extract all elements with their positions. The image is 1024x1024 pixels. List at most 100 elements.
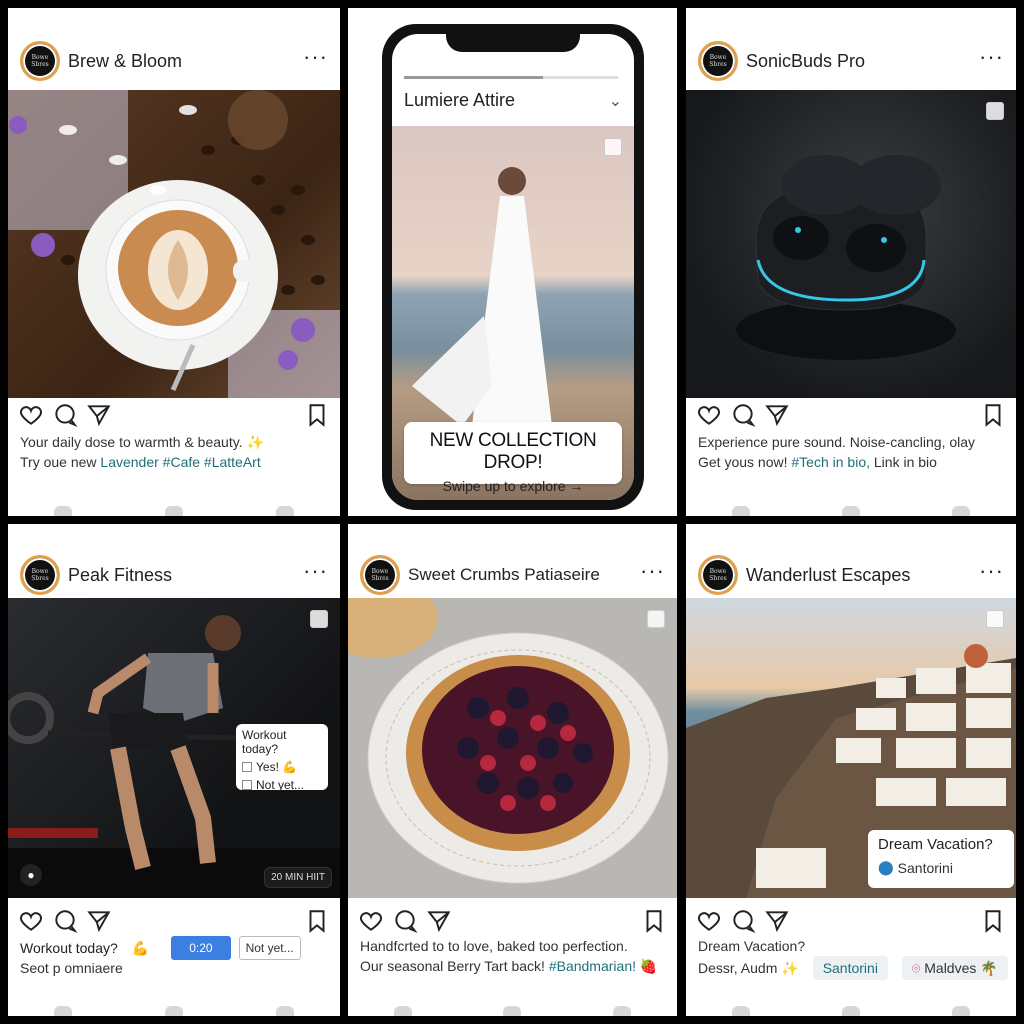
avatar[interactable]: Bowe Sbres <box>360 555 400 595</box>
post-lumiere-attire: Lumiere Attire ⌄ NEW COLLECTION DROP! Sw… <box>348 8 677 516</box>
comment-icon[interactable] <box>730 402 756 428</box>
comment-icon[interactable] <box>392 908 418 934</box>
nav-home-icon[interactable] <box>732 1006 750 1016</box>
post-image[interactable]: Dream Vacation? ⬤ Santorini <box>686 598 1016 898</box>
account-name[interactable]: Lumiere Attire <box>404 90 609 111</box>
sticker-location[interactable]: ⬤ Santorini <box>878 859 1004 876</box>
post-image[interactable] <box>348 598 677 898</box>
action-bar <box>686 398 1016 432</box>
flex-emoji: 💪 <box>131 940 150 956</box>
nav-add-icon[interactable] <box>164 506 183 516</box>
post-header: Bowe Sbres SonicBuds Pro ··· <box>686 32 1016 90</box>
comment-icon[interactable] <box>52 402 78 428</box>
vacation-sticker[interactable]: Dream Vacation? ⬤ Santorini <box>868 830 1014 888</box>
bookmark-icon[interactable] <box>980 908 1006 934</box>
caption-line-2: Get yous now! #Tech in bio, Link in bio <box>698 452 1006 472</box>
nav-activity-icon[interactable] <box>275 1006 294 1016</box>
chip-maldives[interactable]: ⌾ Maldves 🌴 <box>901 956 1008 980</box>
account-name[interactable]: Sweet Crumbs Patiaseire <box>408 565 640 585</box>
checkbox-icon <box>242 780 252 790</box>
select-checkbox[interactable] <box>310 610 328 628</box>
more-options-icon[interactable]: ··· <box>303 560 328 582</box>
caption-text: Get yous now! <box>698 454 792 470</box>
nav-home-icon[interactable] <box>54 506 73 516</box>
select-checkbox[interactable] <box>604 138 622 156</box>
bookmark-icon[interactable] <box>304 908 330 934</box>
more-options-icon[interactable]: ··· <box>979 46 1004 68</box>
account-name[interactable]: Brew & Bloom <box>68 51 303 72</box>
comment-icon[interactable] <box>730 908 756 934</box>
account-name[interactable]: Peak Fitness <box>68 565 303 586</box>
poll-question: Workout today? <box>242 728 287 756</box>
account-name[interactable]: SonicBuds Pro <box>746 51 979 72</box>
more-options-icon[interactable]: ··· <box>640 560 665 582</box>
post-image[interactable]: Workout today? Yes! 💪 Not yet... ● 20 MI… <box>8 598 340 898</box>
nav-add-icon[interactable] <box>503 1006 522 1016</box>
share-icon[interactable] <box>426 908 452 934</box>
caption-line-1: Dream Vacation? <box>698 938 806 954</box>
hashtags[interactable]: Lavender #Cafe #LatteArt <box>100 454 260 470</box>
bookmark-icon[interactable] <box>304 402 330 428</box>
nav-activity-icon[interactable] <box>952 1006 970 1016</box>
heart-icon[interactable] <box>358 908 384 934</box>
hashtags[interactable]: #Bandmarian! <box>549 958 636 974</box>
share-icon[interactable] <box>764 908 790 934</box>
select-checkbox[interactable] <box>986 102 1004 120</box>
select-checkbox[interactable] <box>647 610 665 628</box>
nav-add-icon[interactable] <box>164 1006 183 1016</box>
nav-add-icon[interactable] <box>842 506 860 516</box>
share-icon[interactable] <box>764 402 790 428</box>
nav-home-icon[interactable] <box>393 1006 412 1016</box>
chevron-down-icon[interactable]: ⌄ <box>609 91 622 111</box>
alt-answer-chip[interactable]: Not yet... <box>238 936 301 960</box>
heart-icon[interactable] <box>696 908 722 934</box>
avatar[interactable]: Bowe Sbres <box>20 555 60 595</box>
caption-line-2: Try oue new Lavender #Cafe #LatteArt <box>20 452 330 472</box>
post-image[interactable] <box>8 90 340 398</box>
phone-frame: Lumiere Attire ⌄ NEW COLLECTION DROP! Sw… <box>382 24 644 510</box>
account-name[interactable]: Wanderlust Escapes <box>746 565 979 586</box>
bookmark-icon[interactable] <box>641 908 667 934</box>
post-sonicbuds: Bowe Sbres SonicBuds Pro ··· Experience … <box>686 8 1016 516</box>
avatar[interactable]: Bowe Sbres <box>20 41 60 81</box>
nav-activity-icon[interactable] <box>275 506 294 516</box>
location-pin-icon: ⌾ <box>911 960 921 976</box>
caption-text: Our seasonal Berry Tart back! <box>360 958 549 974</box>
nav-add-icon[interactable] <box>842 1006 860 1016</box>
cta-title: NEW COLLECTION DROP! <box>429 430 597 473</box>
more-options-icon[interactable]: ··· <box>979 560 1004 582</box>
caption-line-2: Our seasonal Berry Tart back! #Bandmaria… <box>360 956 667 976</box>
bottom-nav <box>686 494 1016 516</box>
caption-line-2: Dessr, Audm ✨ Santorini ⌾ Maldves 🌴 <box>698 956 1008 980</box>
nav-home-icon[interactable] <box>54 1006 73 1016</box>
nav-activity-icon[interactable] <box>613 1006 632 1016</box>
hashtags[interactable]: #Tech in bio, <box>791 454 870 470</box>
nav-home-icon[interactable] <box>732 506 750 516</box>
poll-option-yes[interactable]: Yes! 💪 <box>242 760 322 774</box>
poll-sticker[interactable]: Workout today? Yes! 💪 Not yet... <box>236 724 328 792</box>
user-tag-icon[interactable]: ● <box>20 864 42 886</box>
earbuds-illustration <box>736 155 956 360</box>
heart-icon[interactable] <box>696 402 722 428</box>
comment-icon[interactable] <box>52 908 78 934</box>
more-options-icon[interactable]: ··· <box>303 46 328 68</box>
nav-activity-icon[interactable] <box>952 506 970 516</box>
avatar-text: Bowe Sbres <box>709 54 727 68</box>
bookmark-icon[interactable] <box>980 402 1006 428</box>
caption-line-2: Seot p omniaere <box>20 960 123 976</box>
heart-icon[interactable] <box>18 908 44 934</box>
avatar[interactable]: Bowe Sbres <box>698 555 738 595</box>
post-image[interactable] <box>686 90 1016 398</box>
chip-santorini[interactable]: Santorini <box>812 956 888 980</box>
share-icon[interactable] <box>86 908 112 934</box>
select-checkbox[interactable] <box>986 610 1004 628</box>
avatar[interactable]: Bowe Sbres <box>698 41 738 81</box>
heart-icon[interactable] <box>18 402 44 428</box>
answer-button[interactable]: 0:20 <box>171 936 231 960</box>
timer-badge: 20 MIN HIIT <box>264 867 332 888</box>
share-icon[interactable] <box>86 402 112 428</box>
poll-option-no[interactable]: Not yet... <box>242 778 322 792</box>
post-header: Bowe Sbres Wanderlust Escapes ··· <box>686 546 1016 604</box>
cta-banner[interactable]: NEW COLLECTION DROP! Swipe up to explore… <box>404 422 622 494</box>
avatar-text: Bowe Sbres <box>31 568 49 582</box>
